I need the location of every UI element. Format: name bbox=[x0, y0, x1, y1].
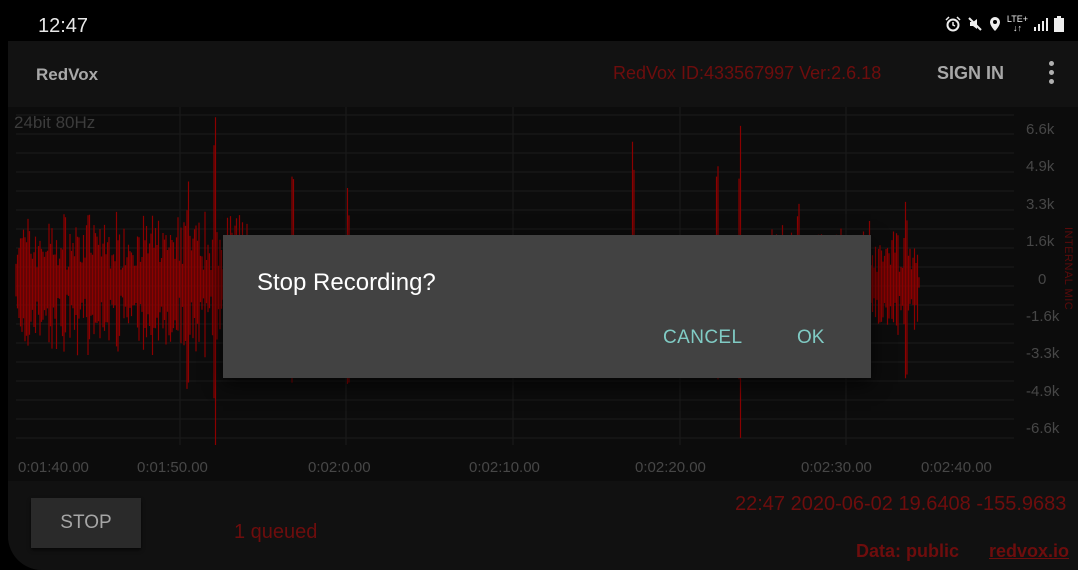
mic-label: INTERNAL MIC bbox=[1062, 227, 1074, 311]
y-tick: 4.9k bbox=[1026, 158, 1055, 175]
mute-icon bbox=[968, 17, 982, 31]
y-tick: -3.3k bbox=[1026, 345, 1060, 362]
x-tick: 0:01:40.00 bbox=[18, 459, 89, 476]
cancel-button[interactable]: CANCEL bbox=[657, 327, 748, 349]
data-visibility: Data: public bbox=[856, 541, 960, 561]
bottom-bar: STOP 1 queued 22:47 2020-06-02 19.6408 -… bbox=[8, 481, 1078, 570]
lte-icon: LTE+ ↓↑ bbox=[1006, 14, 1028, 33]
queued-status: 1 queued bbox=[234, 521, 318, 543]
signal-icon bbox=[1034, 18, 1048, 31]
x-tick: 0:02:40.00 bbox=[921, 459, 992, 476]
alarm-icon bbox=[945, 16, 961, 32]
more-vert-icon[interactable] bbox=[1036, 57, 1066, 93]
x-tick: 0:01:50.00 bbox=[137, 459, 208, 476]
x-tick: 0:02:30.00 bbox=[801, 459, 872, 476]
y-tick: 6.6k bbox=[1026, 121, 1055, 138]
y-tick: 3.3k bbox=[1026, 196, 1055, 213]
station-info: RedVox ID:433567997 Ver:2.6.18 bbox=[613, 63, 882, 83]
ok-button[interactable]: OK bbox=[791, 327, 830, 349]
x-tick: 0:02:10.00 bbox=[469, 459, 540, 476]
location-icon bbox=[989, 17, 1000, 31]
y-tick: -4.9k bbox=[1026, 383, 1060, 400]
stop-recording-dialog: Stop Recording? CANCEL OK bbox=[223, 235, 871, 378]
y-tick: -6.6k bbox=[1026, 420, 1060, 437]
app-bar: RedVox RedVox ID:433567997 Ver:2.6.18 SI… bbox=[8, 41, 1078, 107]
stop-button[interactable]: STOP bbox=[31, 498, 141, 548]
y-tick: -1.6k bbox=[1026, 308, 1060, 325]
gps-info: 22:47 2020-06-02 19.6408 -155.9683 bbox=[735, 493, 1067, 515]
redvox-link[interactable]: redvox.io bbox=[989, 541, 1069, 562]
app-title: RedVox bbox=[36, 65, 99, 84]
x-tick: 0:02:20.00 bbox=[635, 459, 706, 476]
battery-icon bbox=[1054, 16, 1064, 32]
sign-in-button[interactable]: SIGN IN bbox=[937, 63, 1004, 84]
x-tick: 0:02:0.00 bbox=[308, 459, 371, 476]
phone-screen: 12:47 LTE+ ↓↑ RedVox RedVox ID:433567997… bbox=[8, 9, 1078, 570]
dialog-title: Stop Recording? bbox=[257, 269, 436, 296]
sample-rate-label: 24bit 80Hz bbox=[14, 113, 96, 132]
status-clock: 12:47 bbox=[38, 15, 89, 37]
status-icons: LTE+ ↓↑ bbox=[945, 15, 1064, 33]
status-bar: 12:47 LTE+ ↓↑ bbox=[8, 9, 1078, 41]
